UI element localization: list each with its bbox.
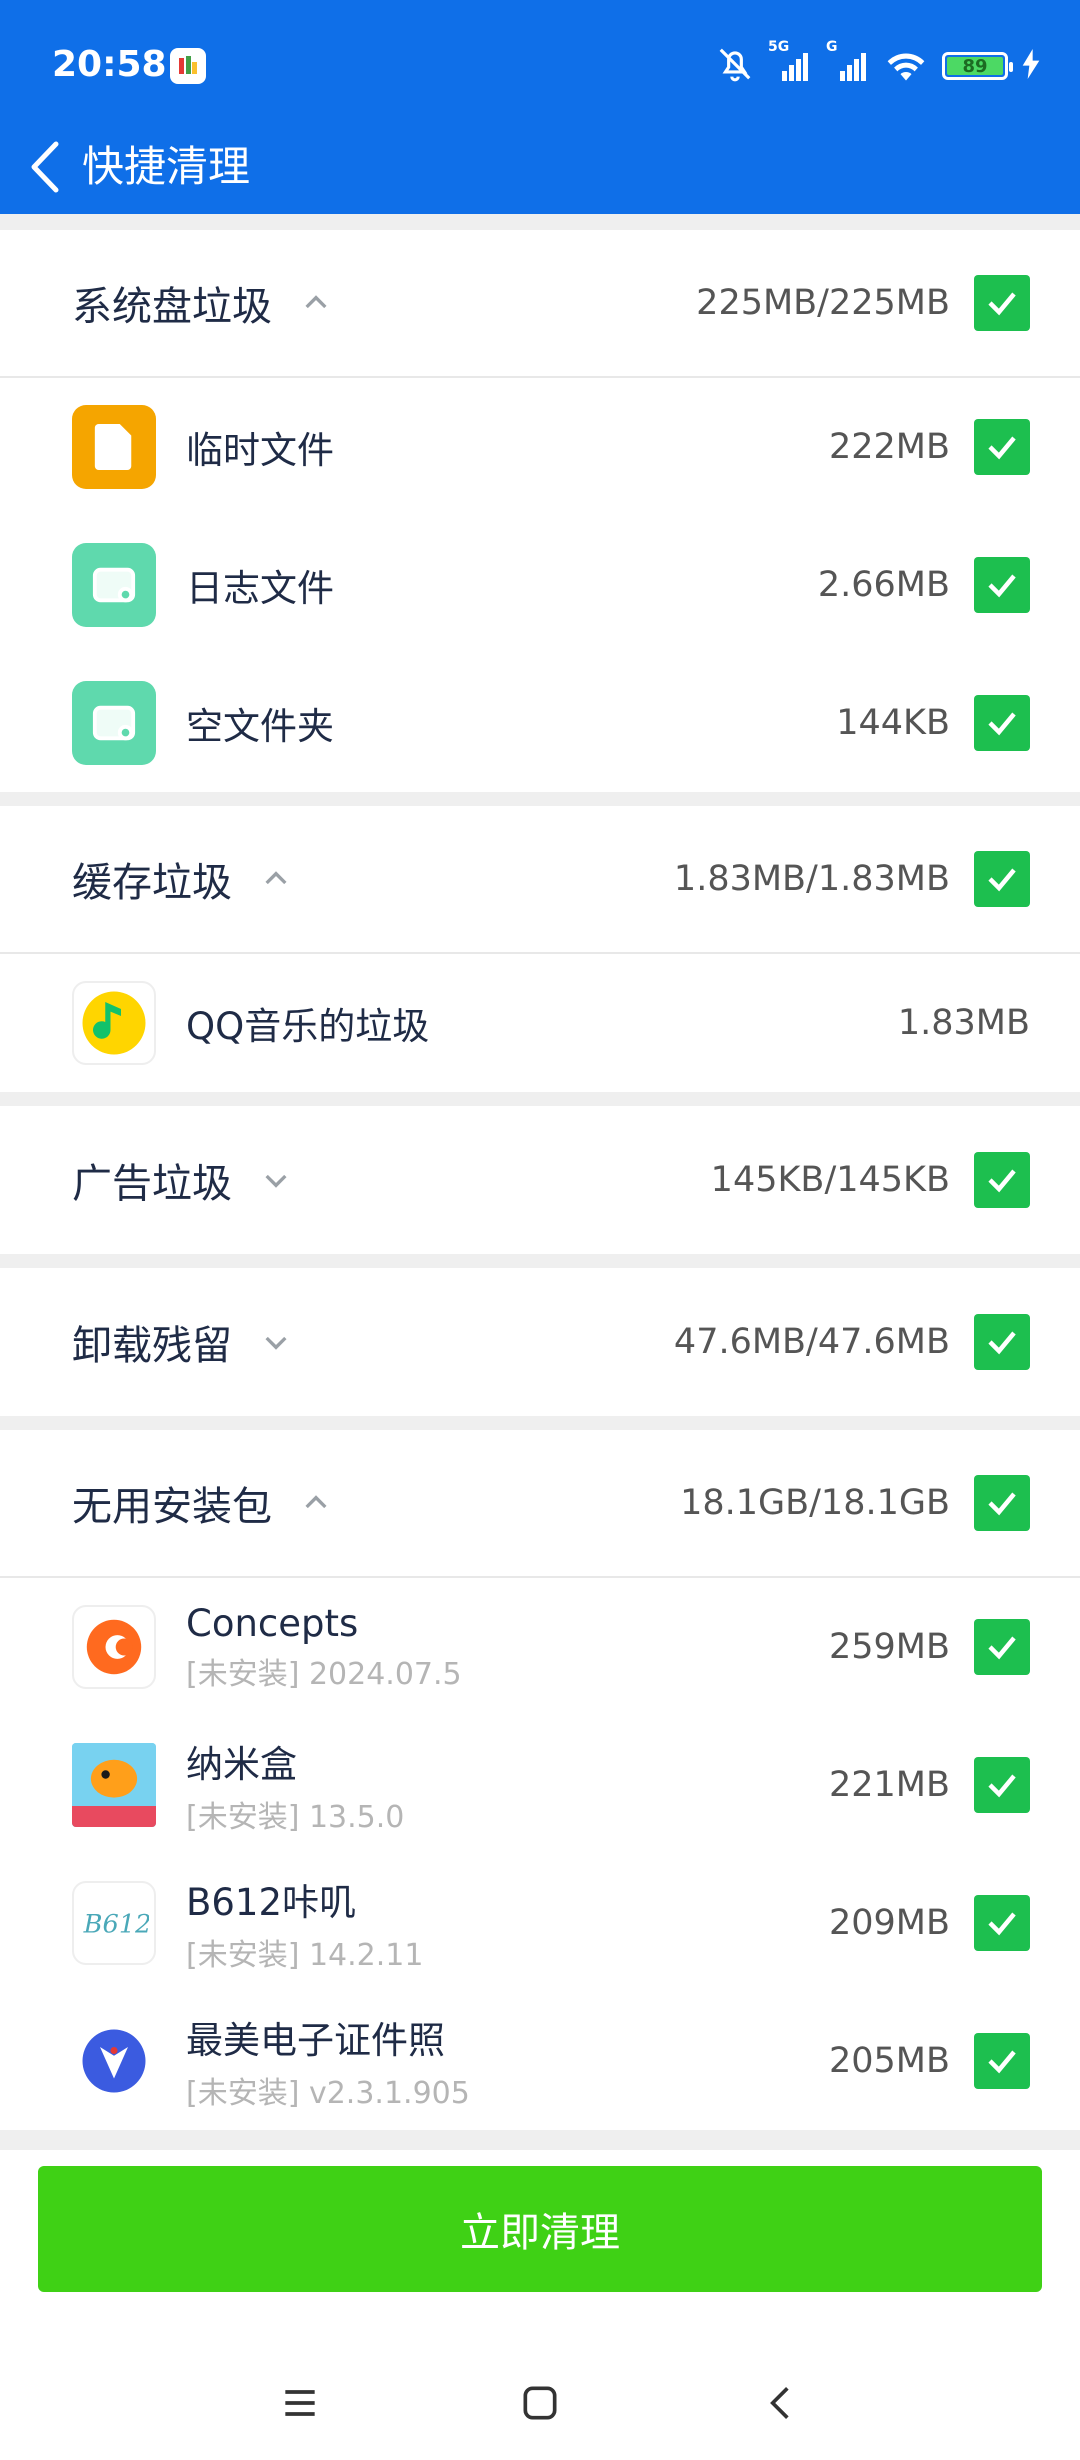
list-item[interactable]: 空文件夹 144KB [0, 654, 1080, 792]
group-title: 系统盘垃圾 [72, 284, 272, 330]
item-name: 纳米盒 [186, 1743, 297, 1786]
checkbox-checked[interactable] [974, 1757, 1030, 1813]
item-size: 209MB [828, 1903, 950, 1943]
list-item[interactable]: 最美电子证件照 [未安装] v2.3.1.905 205MB [0, 1992, 1080, 2130]
group-useless-packages: 无用安装包 18.1GB/18.1GB Concepts [未安装] 2024.… [0, 1430, 1080, 2130]
group-header[interactable]: 系统盘垃圾 225MB/225MB [0, 230, 1080, 378]
item-name: 最美电子证件照 [186, 2019, 445, 2062]
mute-bell-icon [716, 45, 754, 87]
clean-now-button[interactable]: 立即清理 [38, 2166, 1042, 2292]
network-label-2: G [826, 39, 838, 55]
group-title: 卸载残留 [72, 1323, 232, 1369]
item-version: [未安装] v2.3.1.905 [186, 2076, 470, 2111]
signal-5g-icon: 5G [768, 39, 812, 81]
file-icon [72, 405, 156, 489]
group-header[interactable]: 广告垃圾 145KB/145KB [0, 1106, 1080, 1254]
group-ads: 广告垃圾 145KB/145KB [0, 1106, 1080, 1254]
id-photo-app-icon [72, 2019, 156, 2103]
item-size: 222MB [828, 427, 950, 467]
item-name: B612咔叽 [186, 1881, 357, 1924]
list-item[interactable]: QQ音乐的垃圾 1.83MB [0, 954, 1080, 1092]
item-size: 1.83MB [897, 1003, 1030, 1043]
checkbox-checked[interactable] [974, 851, 1030, 907]
nanohe-app-icon [72, 1743, 156, 1827]
checkbox-checked[interactable] [974, 1152, 1030, 1208]
group-size: 225MB/225MB [696, 283, 950, 323]
home-icon[interactable] [518, 2381, 562, 2429]
junk-list: 系统盘垃圾 225MB/225MB 临时文件 222MB 日志文件 2.66MB [0, 230, 1080, 2144]
group-uninstall-residue: 卸载残留 47.6MB/47.6MB [0, 1268, 1080, 1416]
item-name: 空文件夹 [186, 705, 334, 748]
list-item[interactable]: 纳米盒 [未安装] 13.5.0 221MB [0, 1716, 1080, 1854]
notification-app-icon [170, 48, 206, 84]
svg-text:B612: B612 [83, 1909, 149, 1939]
item-name: 临时文件 [186, 429, 334, 472]
checkbox-checked[interactable] [974, 2033, 1030, 2089]
wifi-icon [884, 47, 928, 85]
list-item[interactable]: Concepts [未安装] 2024.07.5 259MB [0, 1578, 1080, 1716]
group-header[interactable]: 无用安装包 18.1GB/18.1GB [0, 1430, 1080, 1578]
checkbox-checked[interactable] [974, 1895, 1030, 1951]
group-cache: 缓存垃圾 1.83MB/1.83MB QQ音乐的垃圾 1.83MB [0, 806, 1080, 1092]
chevron-down-icon[interactable] [260, 1164, 292, 1196]
checkbox-checked[interactable] [974, 557, 1030, 613]
group-title: 广告垃圾 [72, 1161, 232, 1207]
signal-g-icon: G [826, 39, 870, 81]
group-system-disk: 系统盘垃圾 225MB/225MB 临时文件 222MB 日志文件 2.66MB [0, 230, 1080, 792]
item-version: [未安装] 13.5.0 [186, 1800, 405, 1835]
folder-icon [72, 543, 156, 627]
chevron-up-icon[interactable] [300, 287, 332, 319]
system-nav-bar [0, 2350, 1080, 2460]
checkbox-checked[interactable] [974, 1314, 1030, 1370]
item-size: 144KB [836, 703, 950, 743]
checkbox-checked[interactable] [974, 419, 1030, 475]
list-item[interactable]: 临时文件 222MB [0, 378, 1080, 516]
group-title: 无用安装包 [72, 1484, 272, 1530]
group-header[interactable]: 卸载残留 47.6MB/47.6MB [0, 1268, 1080, 1416]
network-label-1: 5G [768, 39, 790, 55]
group-title: 缓存垃圾 [72, 860, 232, 906]
checkbox-checked[interactable] [974, 695, 1030, 751]
battery-level: 89 [947, 56, 1003, 77]
checkbox-checked[interactable] [974, 1619, 1030, 1675]
group-header[interactable]: 缓存垃圾 1.83MB/1.83MB [0, 806, 1080, 954]
b612-app-icon: B612 [72, 1881, 156, 1965]
checkbox-checked[interactable] [974, 275, 1030, 331]
group-size: 47.6MB/47.6MB [673, 1322, 950, 1362]
chevron-up-icon[interactable] [260, 863, 292, 895]
item-version: [未安装] 2024.07.5 [186, 1656, 462, 1692]
item-name: QQ音乐的垃圾 [186, 1005, 430, 1048]
concepts-app-icon [72, 1605, 156, 1689]
checkbox-checked[interactable] [974, 1475, 1030, 1531]
group-size: 145KB/145KB [710, 1160, 950, 1200]
battery-icon: 89 [942, 52, 1013, 80]
group-size: 1.83MB/1.83MB [673, 859, 950, 899]
title-bar: 快捷清理 [0, 120, 1080, 214]
folder-icon [72, 681, 156, 765]
item-name: Concepts [186, 1601, 359, 1645]
status-time: 20:58 [52, 44, 167, 85]
app-header: 20:58 5G G 89 快捷清理 [0, 0, 1080, 214]
list-item[interactable]: 日志文件 2.66MB [0, 516, 1080, 654]
menu-icon[interactable] [278, 2381, 322, 2429]
item-size: 259MB [828, 1627, 950, 1667]
qq-music-icon [72, 981, 156, 1065]
status-icons: 5G G 89 [716, 39, 1040, 87]
item-size: 2.66MB [817, 565, 950, 605]
chevron-down-icon[interactable] [260, 1326, 292, 1358]
back-nav-icon[interactable] [758, 2381, 802, 2429]
item-size: 205MB [828, 2041, 950, 2081]
item-size: 221MB [828, 1765, 950, 1805]
status-bar: 20:58 5G G 89 [0, 0, 1080, 136]
back-button[interactable] [22, 130, 66, 204]
group-size: 18.1GB/18.1GB [680, 1483, 950, 1523]
item-version: [未安装] 14.2.11 [186, 1938, 424, 1973]
chevron-up-icon[interactable] [300, 1487, 332, 1519]
page-title: 快捷清理 [82, 142, 251, 191]
charging-icon [1022, 49, 1040, 83]
item-name: 日志文件 [186, 567, 334, 610]
list-item[interactable]: B612 B612咔叽 [未安装] 14.2.11 209MB [0, 1854, 1080, 1992]
